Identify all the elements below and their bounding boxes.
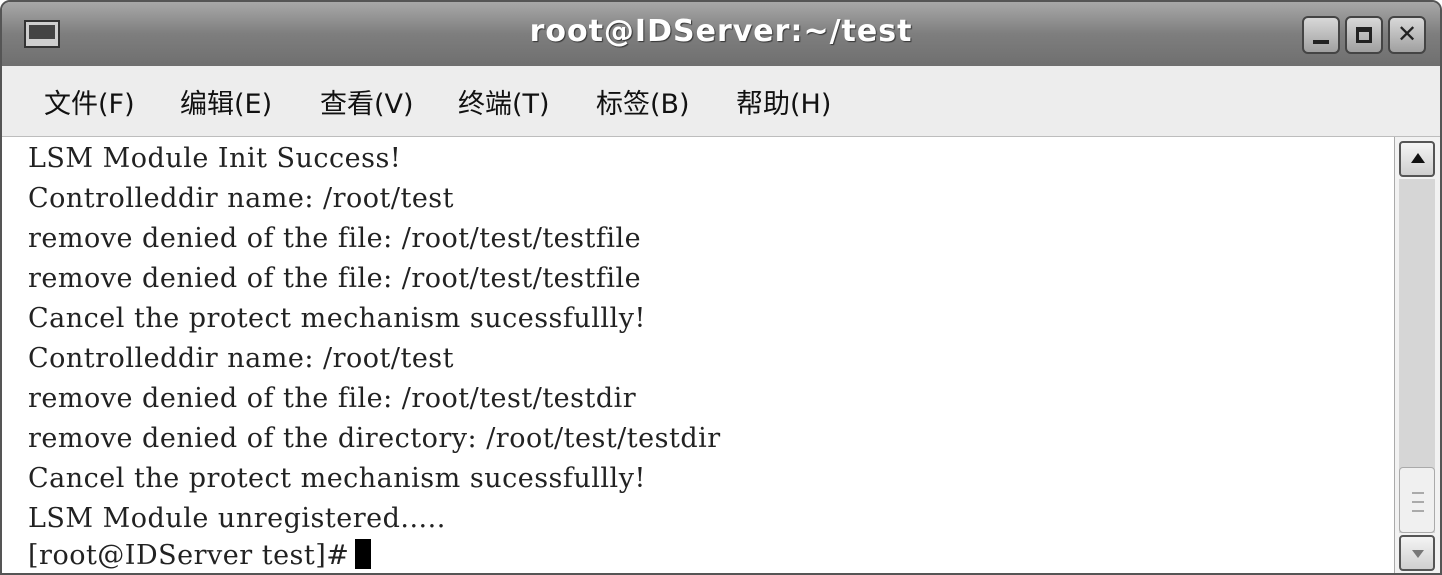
close-button[interactable]: ✕ (1388, 16, 1426, 54)
grip-icon (1412, 492, 1424, 512)
terminal-line: remove denied of the file: /root/test/te… (28, 383, 637, 414)
scroll-down-arrow-icon[interactable] (1399, 535, 1435, 571)
window-title: root@IDServer:~/test (529, 14, 913, 49)
maximize-button[interactable] (1345, 16, 1383, 54)
text-cursor (355, 539, 372, 569)
minimize-button[interactable] (1302, 16, 1340, 54)
terminal-line: Controlleddir name: /root/test (28, 343, 454, 374)
terminal-line: remove denied of the file: /root/test/te… (28, 223, 642, 254)
terminal-line: remove denied of the directory: /root/te… (28, 423, 721, 454)
shell-prompt: [root@IDServer test]# (28, 540, 350, 571)
scroll-thumb[interactable] (1399, 467, 1435, 533)
vertical-scrollbar[interactable] (1394, 137, 1440, 573)
terminal-line: LSM Module unregistered..... (28, 503, 446, 534)
menu-bar: 文件(F) 编辑(E) 查看(V) 终端(T) 标签(B) 帮助(H) (2, 66, 1440, 137)
terminal-line: Cancel the protect mechanism sucessfulll… (28, 303, 646, 334)
terminal-prompt-line[interactable]: [root@IDServer test]# (28, 539, 372, 571)
terminal-line: Controlleddir name: /root/test (28, 183, 454, 214)
menu-help[interactable]: 帮助(H) (736, 82, 831, 121)
menu-terminal[interactable]: 终端(T) (458, 82, 550, 121)
menu-file[interactable]: 文件(F) (44, 82, 135, 121)
terminal-line: LSM Module Init Success! (28, 143, 402, 174)
menu-edit[interactable]: 编辑(E) (180, 82, 272, 121)
title-bar[interactable]: root@IDServer:~/test ✕ (2, 2, 1440, 67)
menu-tabs[interactable]: 标签(B) (596, 82, 690, 121)
terminal-line: remove denied of the file: /root/test/te… (28, 263, 642, 294)
terminal-window: root@IDServer:~/test ✕ 文件(F) 编辑(E) 查看(V)… (0, 0, 1442, 575)
scroll-up-arrow-icon[interactable] (1399, 141, 1435, 177)
menu-view[interactable]: 查看(V) (320, 82, 414, 121)
terminal-line: Cancel the protect mechanism sucessfulll… (28, 463, 646, 494)
terminal-output[interactable]: LSM Module Init Success! Controlleddir n… (2, 137, 1394, 573)
